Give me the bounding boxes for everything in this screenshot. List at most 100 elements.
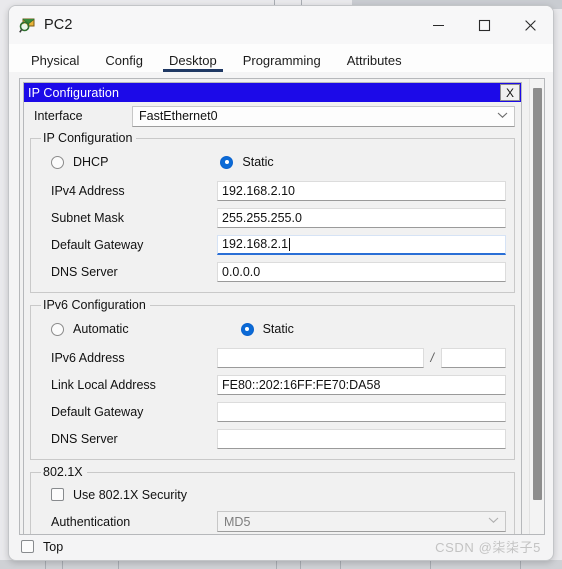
backdrop-grid-4 [276, 560, 277, 569]
close-button[interactable] [507, 6, 553, 44]
radio-icon-dhcp [51, 155, 64, 169]
top-label: Top [43, 539, 64, 554]
backdrop-grid-6 [340, 560, 341, 569]
subnet-mask-input[interactable]: 255.255.255.0 [217, 207, 506, 228]
tab-physical[interactable]: Physical [23, 53, 87, 72]
ipv4-static-option[interactable]: Static [220, 155, 274, 169]
use-dot1x-security-option[interactable]: Use 802.1X Security [39, 481, 506, 508]
backdrop-grid-2 [62, 560, 63, 569]
checkbox-icon-use-dot1x [51, 488, 64, 501]
top-checkbox-option[interactable]: Top [13, 540, 63, 554]
ipv6-dns-server-input[interactable] [217, 428, 506, 449]
tab-desktop-label: Desktop [169, 53, 217, 68]
link-local-address-row: Link Local Address FE80::202:16FF:FE70:D… [39, 371, 506, 398]
ipv6-address-split: / [217, 347, 506, 368]
tab-programming[interactable]: Programming [235, 53, 329, 72]
link-local-address-input[interactable]: FE80::202:16FF:FE70:DA58 [217, 374, 506, 395]
device-tabs: Physical Config Desktop Programming Attr… [9, 44, 553, 72]
watermark-text: CSDN @柒柒子5 [435, 540, 541, 555]
ipv4-default-gateway-input[interactable]: 192.168.2.1 [217, 234, 506, 255]
tab-attributes-label: Attributes [346, 53, 402, 68]
ipv6-address-label: IPv6 Address [51, 350, 125, 365]
desktop-panel: IP Configuration X Interface FastEtherne… [19, 78, 545, 535]
backdrop-grid-8 [520, 560, 521, 569]
interface-label: Interface [34, 109, 83, 123]
interface-row: Interface FastEthernet0 [30, 105, 515, 127]
ipv6-configuration-group: IPv6 Configuration Automatic Static IPv6… [30, 298, 515, 460]
use-dot1x-security-label: Use 802.1X Security [73, 487, 187, 502]
interface-select[interactable]: FastEthernet0 [132, 105, 515, 127]
ip-configuration-title: IP Configuration [28, 85, 120, 100]
subnet-mask-label: Subnet Mask [51, 210, 124, 225]
ipv6-static-option[interactable]: Static [240, 322, 294, 336]
ipv4-default-gateway-label: Default Gateway [51, 237, 144, 252]
packet-tracer-device-icon [19, 16, 37, 34]
ipv4-configuration-group: IP Configuration DHCP Static IPv4 Addres… [30, 131, 515, 293]
backdrop-grid-5 [300, 560, 301, 569]
ipv4-default-gateway-value: 192.168.2.1 [222, 237, 289, 251]
tab-attributes[interactable]: Attributes [339, 53, 410, 72]
link-local-address-value: FE80::202:16FF:FE70:DA58 [222, 377, 381, 392]
ipv4-group-legend: IP Configuration [43, 131, 133, 145]
text-cursor [289, 237, 291, 251]
authentication-row: Authentication MD5 [39, 508, 506, 534]
ip-configuration-body: Interface FastEthernet0 IP Configuration [24, 102, 521, 534]
pc-device-window: PC2 Physical Config Desktop Programming … [8, 5, 554, 561]
tab-programming-label: Programming [242, 53, 321, 68]
ipv4-dns-server-row: DNS Server 0.0.0.0 [39, 258, 506, 285]
checkbox-icon-top [21, 540, 34, 553]
minimize-button[interactable] [415, 6, 461, 44]
ipv6-automatic-option[interactable]: Automatic [51, 322, 129, 336]
ipv6-address-row: IPv6 Address / [39, 344, 506, 371]
subnet-mask-value: 255.255.255.0 [222, 210, 302, 225]
authentication-value: MD5 [224, 514, 251, 529]
backdrop-grid-3 [118, 560, 119, 569]
ip-configuration-titlebar[interactable]: IP Configuration X [24, 83, 521, 102]
ipv4-dhcp-label: DHCP [73, 155, 109, 169]
ipv6-address-input[interactable] [217, 347, 424, 368]
dot1x-group-legend: 802.1X [43, 465, 83, 479]
ipv4-static-label: Static [242, 155, 274, 169]
subnet-mask-row: Subnet Mask 255.255.255.0 [39, 204, 506, 231]
ipv4-address-label: IPv4 Address [51, 183, 125, 198]
authentication-select[interactable]: MD5 [217, 511, 506, 532]
chevron-down-icon-auth [488, 516, 499, 527]
ipv6-default-gateway-input[interactable] [217, 401, 506, 422]
window-title: PC2 [44, 17, 73, 33]
ipv4-dns-server-label: DNS Server [51, 264, 118, 279]
window-bottom-bar: Top CSDN @柒柒子5 [9, 533, 553, 560]
ipv4-address-row: IPv4 Address 192.168.2.10 [39, 177, 506, 204]
ipv4-dns-server-input[interactable]: 0.0.0.0 [217, 261, 506, 282]
ipv6-automatic-label: Automatic [73, 322, 129, 336]
ipv6-group-legend: IPv6 Configuration [43, 298, 146, 312]
radio-icon-static [220, 155, 234, 169]
maximize-button[interactable] [461, 6, 507, 44]
link-local-address-label: Link Local Address [51, 377, 156, 392]
ipv6-dns-server-label: DNS Server [51, 431, 118, 446]
backdrop-grid-7 [430, 560, 431, 569]
panel-scrollbar-thumb[interactable] [533, 88, 542, 500]
ipv4-address-input[interactable]: 192.168.2.10 [217, 180, 506, 201]
ip-configuration-window: IP Configuration X Interface FastEtherne… [23, 82, 522, 534]
ipv6-default-gateway-label: Default Gateway [51, 404, 144, 419]
ipv4-default-gateway-row: Default Gateway 192.168.2.1 [39, 231, 506, 258]
tab-desktop[interactable]: Desktop [161, 53, 225, 72]
backdrop-grid-1 [45, 560, 46, 569]
tab-config[interactable]: Config [97, 53, 151, 72]
window-controls [415, 6, 553, 44]
window-titlebar[interactable]: PC2 [9, 6, 553, 44]
chevron-down-icon [497, 111, 508, 122]
ipv6-prefix-input[interactable] [441, 347, 506, 368]
ipv4-dhcp-option[interactable]: DHCP [51, 155, 108, 169]
ipv4-mode-row: DHCP Static [39, 147, 506, 177]
backdrop-band-bottom [0, 560, 562, 569]
ipv6-static-label: Static [262, 322, 294, 336]
ipv6-mode-row: Automatic Static [39, 314, 506, 344]
tab-physical-label: Physical [31, 53, 80, 68]
ip-configuration-close-button[interactable]: X [500, 84, 520, 101]
panel-scrollbar[interactable] [529, 79, 544, 534]
interface-value: FastEthernet0 [139, 109, 218, 123]
ipv6-default-gateway-row: Default Gateway [39, 398, 506, 425]
ipv6-dns-server-row: DNS Server [39, 425, 506, 452]
dot1x-group: 802.1X Use 802.1X Security Authenticatio… [30, 465, 515, 534]
